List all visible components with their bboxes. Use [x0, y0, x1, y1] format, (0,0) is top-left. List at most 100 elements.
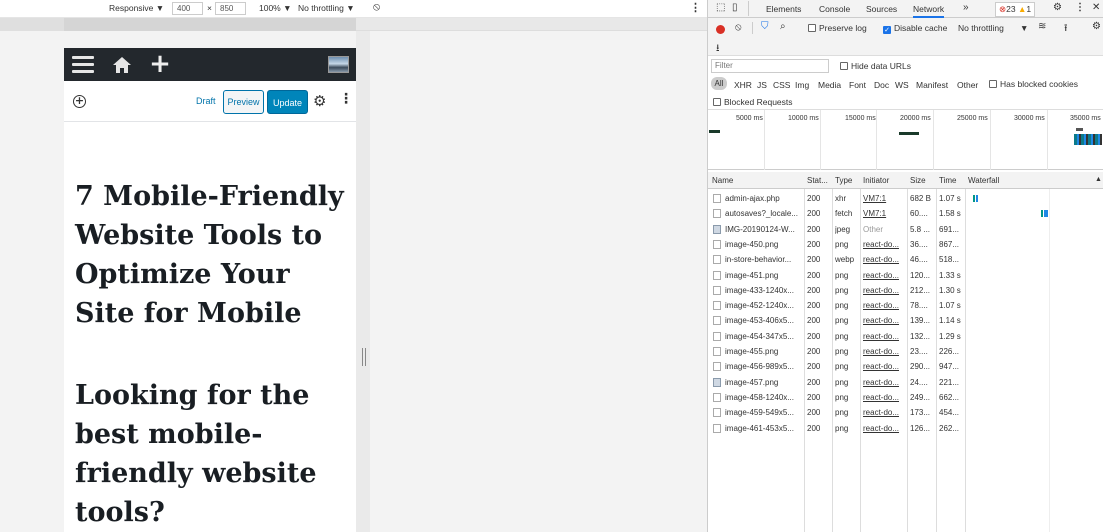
add-block-icon[interactable]: + — [73, 95, 86, 108]
type-filter-css[interactable]: CSS — [773, 80, 790, 90]
kebab-menu-icon[interactable]: ⋮ — [1075, 2, 1085, 13]
table-row[interactable]: image-461-453x5... 200 png react-do... 126..… — [708, 421, 1103, 436]
close-icon[interactable]: ✕ — [1092, 2, 1100, 13]
request-name: image-451.png — [725, 270, 779, 280]
file-icon — [713, 392, 721, 402]
request-initiator[interactable]: react-do... — [863, 271, 906, 280]
table-row[interactable]: admin-ajax.php 200 xhr VM7:1 682 B 1.07 s — [708, 191, 1103, 206]
menu-icon[interactable] — [71, 48, 95, 81]
column-size[interactable]: Size — [910, 176, 926, 185]
upload-icon[interactable]: ⭱ — [1064, 21, 1068, 38]
type-filter-img[interactable]: Img — [795, 80, 809, 90]
inspect-icon[interactable]: ⬚ — [716, 2, 725, 13]
filter-icon[interactable]: ⛉ — [761, 21, 769, 32]
timeline-overview[interactable]: 5000 ms 10000 ms 15000 ms 20000 ms 25000… — [708, 110, 1103, 170]
update-button[interactable]: Update — [267, 90, 308, 114]
table-row[interactable]: image-456-989x5... 200 png react-do... 290..… — [708, 359, 1103, 374]
disable-cache-checkbox[interactable]: ✓ Disable cache — [883, 23, 947, 34]
column-status[interactable]: Stat... — [807, 176, 828, 185]
column-type[interactable]: Type — [835, 176, 852, 185]
request-initiator[interactable]: VM7:1 — [863, 194, 906, 203]
type-filter-ws[interactable]: WS — [895, 80, 909, 90]
request-initiator[interactable]: react-do... — [863, 255, 906, 264]
table-row[interactable]: image-433-1240x... 200 png react-do... 212..… — [708, 283, 1103, 298]
filter-input[interactable]: Filter — [711, 59, 829, 73]
table-row[interactable]: image-457.png 200 png react-do... 24.... 221.… — [708, 375, 1103, 390]
type-filter-other[interactable]: Other — [957, 80, 978, 90]
table-row[interactable]: image-454-347x5... 200 png react-do... 132..… — [708, 329, 1103, 344]
request-initiator[interactable]: react-do... — [863, 286, 906, 295]
table-row[interactable]: in-store-behavior... 200 webp react-do... 46… — [708, 252, 1103, 267]
device-toggle-icon[interactable]: ▯ — [732, 2, 738, 13]
post-title[interactable]: 7 Mobile-Friendly Website Tools to Optim… — [75, 177, 350, 333]
table-row[interactable]: image-450.png 200 png react-do... 36.... 867.… — [708, 237, 1103, 252]
table-row[interactable]: image-458-1240x... 200 png react-do... 249..… — [708, 390, 1103, 405]
throttling-chevron-icon[interactable]: ▼ — [1020, 23, 1028, 33]
type-filter-font[interactable]: Font — [849, 80, 866, 90]
type-filter-manifest[interactable]: Manifest — [916, 80, 948, 90]
column-initiator[interactable]: Initiator — [863, 176, 889, 185]
request-initiator[interactable]: react-do... — [863, 347, 906, 356]
more-tools-icon[interactable]: ⋮ — [339, 92, 353, 106]
more-options-icon[interactable]: ⋮ — [690, 1, 701, 14]
request-initiator[interactable]: react-do... — [863, 424, 906, 433]
resize-handle[interactable] — [362, 348, 366, 366]
request-initiator[interactable]: react-do... — [863, 316, 906, 325]
type-filter-xhr[interactable]: XHR — [734, 80, 752, 90]
blocked-requests-checkbox[interactable]: Blocked Requests — [713, 97, 793, 107]
request-initiator[interactable]: VM7:1 — [863, 209, 906, 218]
preserve-log-checkbox[interactable]: Preserve log — [808, 23, 867, 33]
table-row[interactable]: IMG-20190124-W... 200 jpeg Other 5.8 ... 691.… — [708, 222, 1103, 237]
column-waterfall[interactable]: Waterfall — [968, 176, 999, 185]
request-initiator[interactable]: react-do... — [863, 408, 906, 417]
record-icon[interactable] — [716, 25, 725, 34]
device-select[interactable]: Responsive ▼ — [109, 3, 164, 13]
table-row[interactable]: image-459-549x5... 200 png react-do... 173..… — [708, 405, 1103, 420]
clear-icon[interactable]: ⦸ — [735, 22, 742, 33]
network-settings-icon[interactable]: ⚙ — [1092, 21, 1101, 32]
has-blocked-cookies-checkbox[interactable]: Has blocked cookies — [989, 79, 1078, 89]
table-row[interactable]: image-453-406x5... 200 png react-do... 139..… — [708, 313, 1103, 328]
request-initiator[interactable]: react-do... — [863, 332, 906, 341]
request-initiator[interactable]: react-do... — [863, 393, 906, 402]
zoom-select[interactable]: 100% ▼ — [259, 3, 292, 13]
tab-elements[interactable]: Elements — [766, 4, 801, 14]
hide-data-urls-checkbox[interactable]: Hide data URLs — [840, 61, 911, 71]
column-time[interactable]: Time — [939, 176, 956, 185]
throttling-select[interactable]: No throttling — [958, 23, 1004, 33]
settings-gear-icon[interactable]: ⚙ — [1053, 2, 1062, 13]
sort-up-icon[interactable]: ▲ — [1095, 176, 1102, 183]
tab-network[interactable]: Network — [913, 4, 945, 18]
post-heading[interactable]: Looking for the best mobile-friendly web… — [75, 376, 350, 532]
column-name[interactable]: Name — [712, 176, 733, 185]
tab-console[interactable]: Console — [819, 4, 850, 14]
height-input[interactable]: 850 — [215, 2, 246, 15]
type-filter-doc[interactable]: Doc — [874, 80, 889, 90]
type-filter-media[interactable]: Media — [818, 80, 841, 90]
request-initiator[interactable]: react-do... — [863, 240, 906, 249]
rotate-icon[interactable]: ⦸ — [373, 1, 380, 14]
tab-sources[interactable]: Sources — [866, 4, 897, 14]
table-row[interactable]: image-452-1240x... 200 png react-do... 78...… — [708, 298, 1103, 313]
type-filter-all[interactable]: All — [711, 77, 727, 90]
request-time: 662... — [939, 392, 960, 402]
avatar[interactable] — [328, 56, 349, 73]
request-initiator[interactable]: react-do... — [863, 378, 906, 387]
table-row[interactable]: image-455.png 200 png react-do... 23.... 226.… — [708, 344, 1103, 359]
throttle-select[interactable]: No throttling ▼ — [298, 3, 355, 13]
plus-icon[interactable]: + — [148, 48, 172, 81]
request-initiator[interactable]: react-do... — [863, 301, 906, 310]
width-input[interactable]: 400 — [172, 2, 203, 15]
home-icon[interactable] — [110, 48, 134, 81]
preview-button[interactable]: Preview — [223, 90, 264, 114]
table-row[interactable]: autosaves?_locale... 200 fetch VM7:1 60.... 1… — [708, 206, 1103, 221]
switch-to-draft-link[interactable]: Draft — [196, 96, 216, 106]
search-icon[interactable]: ⌕ — [780, 21, 786, 32]
type-filter-js[interactable]: JS — [757, 80, 767, 90]
wifi-icon[interactable]: ≋ — [1038, 21, 1046, 32]
issues-badge[interactable]: ⊗23 ▲1 — [995, 2, 1036, 17]
more-tabs-button[interactable]: » — [963, 2, 969, 13]
table-row[interactable]: image-451.png 200 png react-do... 120... 1.33… — [708, 268, 1103, 283]
gear-icon[interactable]: ⚙ — [313, 92, 326, 110]
request-initiator[interactable]: react-do... — [863, 362, 906, 371]
